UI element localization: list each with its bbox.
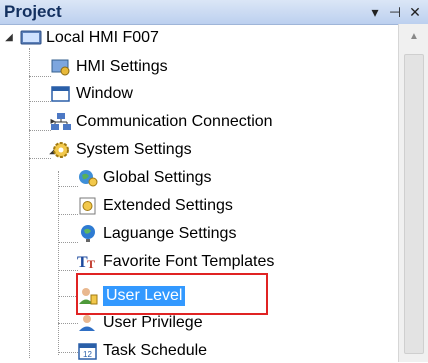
tree-item-task-schedule[interactable]: 12 Task Schedule (77, 339, 207, 363)
tree-connector-line (29, 48, 30, 358)
tree-item-hmi-settings[interactable]: HMI Settings (50, 55, 168, 79)
tree-item-window[interactable]: Window (50, 82, 133, 106)
font-icon: TT (77, 252, 99, 272)
network-icon (50, 112, 72, 132)
hmi-settings-icon (50, 57, 72, 77)
svg-text:12: 12 (83, 350, 92, 359)
tree-connector-line (29, 76, 51, 77)
tree-root-local-hmi[interactable]: Local HMI F007 (20, 26, 159, 50)
tree-connector-line (58, 270, 78, 271)
collapse-arrow-icon[interactable]: ◢ (4, 32, 14, 43)
tree-item-label: Local HMI F007 (46, 29, 159, 46)
tree-item-communication-connection[interactable]: Communication Connection (50, 110, 273, 134)
tree-item-label: System Settings (76, 141, 192, 158)
tree-connector-line (58, 171, 59, 355)
tree-item-extended-settings[interactable]: Extended Settings (77, 194, 233, 218)
calendar-icon: 12 (77, 341, 99, 361)
tree-item-favorite-font-templates[interactable]: TT Favorite Font Templates (77, 250, 274, 274)
tree-connector-line (58, 242, 78, 243)
tree-item-label: Task Schedule (103, 342, 208, 359)
tree-connector-line (58, 323, 78, 324)
tree-item-label: Favorite Font Templates (103, 253, 275, 270)
highlight-annotation-box (76, 273, 268, 315)
globe-settings-icon (77, 168, 99, 188)
tree-connector-line (58, 352, 78, 353)
close-icon[interactable]: ✕ (406, 3, 424, 21)
panel-title: Project (4, 2, 62, 21)
pin-icon[interactable]: ⊣ (386, 3, 404, 21)
tree-item-label: Window (76, 85, 133, 102)
tree-connector-line (58, 214, 78, 215)
tree-item-language-settings[interactable]: Laguange Settings (77, 222, 236, 246)
window-icon (50, 84, 72, 104)
svg-text:T: T (87, 257, 95, 271)
tree-connector-line (29, 101, 51, 102)
gear-icon (50, 140, 72, 160)
tree-connector-line (58, 296, 78, 297)
tree-item-label: HMI Settings (76, 58, 168, 75)
vertical-scrollbar[interactable]: ▲ (398, 24, 428, 362)
user-privilege-icon (77, 313, 99, 333)
tree-item-system-settings[interactable]: System Settings (50, 138, 192, 162)
extended-settings-icon (77, 196, 99, 216)
project-panel: Project ▾ ⊣ ✕ ◢ Local HMI F007 HMI Setti… (0, 0, 428, 362)
scrollbar-thumb[interactable] (404, 54, 424, 354)
dropdown-icon[interactable]: ▾ (366, 3, 384, 21)
scroll-up-arrow-icon[interactable]: ▲ (399, 24, 428, 48)
tree-connector-line (29, 130, 51, 131)
hmi-monitor-icon (20, 28, 42, 48)
tree-item-label: Global Settings (103, 169, 212, 186)
tree-connector-line (58, 186, 78, 187)
panel-header: Project ▾ ⊣ ✕ (0, 0, 428, 25)
tree-item-label: Laguange Settings (103, 225, 237, 242)
tree-connector-line (29, 158, 51, 159)
tree-item-label: Communication Connection (76, 113, 273, 130)
language-globe-icon (77, 224, 99, 244)
tree-item-label: Extended Settings (103, 197, 233, 214)
tree-item-label: User Privilege (103, 314, 203, 331)
tree-item-global-settings[interactable]: Global Settings (77, 166, 212, 190)
